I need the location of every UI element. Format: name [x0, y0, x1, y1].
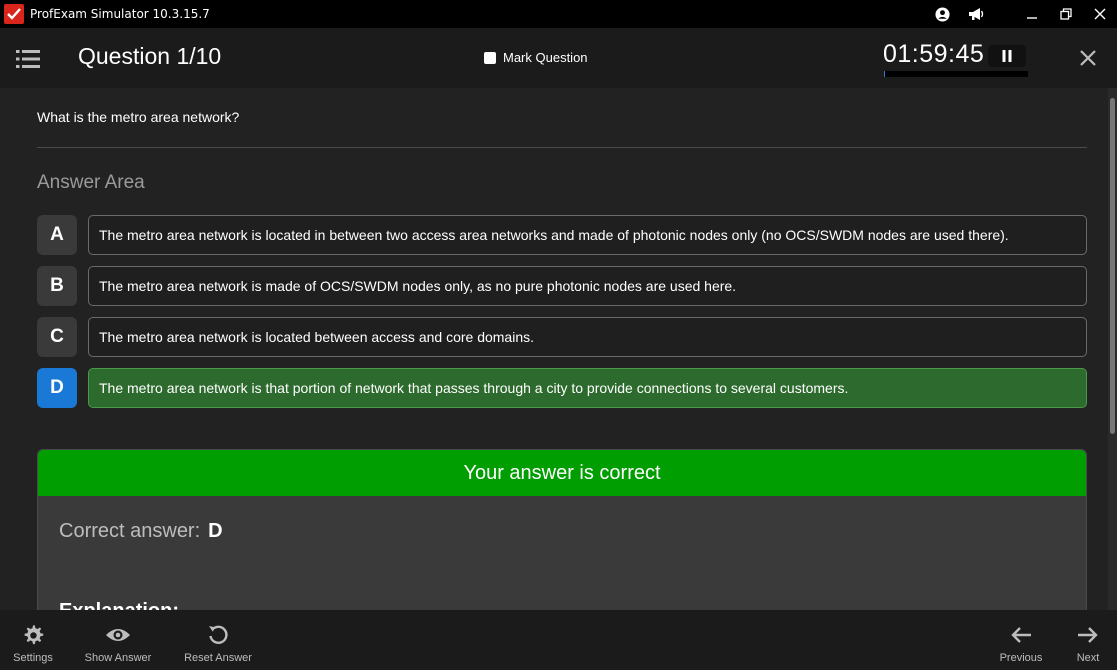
pause-button[interactable] — [988, 45, 1026, 67]
option-text[interactable]: The metro area network is located in bet… — [88, 215, 1087, 255]
close-icon — [1080, 50, 1096, 66]
question-list-icon[interactable] — [16, 49, 40, 69]
gear-icon — [20, 622, 46, 648]
previous-label: Previous — [999, 652, 1043, 664]
option-a[interactable]: A The metro area network is located in b… — [37, 215, 1087, 255]
restore-button[interactable] — [1049, 0, 1083, 28]
question-title: Question 1/10 — [78, 43, 222, 69]
option-letter[interactable]: B — [37, 266, 77, 306]
mark-question-checkbox[interactable]: Mark Question — [484, 50, 588, 65]
reset-answer-label: Reset Answer — [184, 652, 252, 664]
show-answer-button[interactable]: Show Answer — [80, 610, 156, 670]
scrollbar-thumb[interactable] — [1110, 98, 1115, 434]
next-label: Next — [1076, 652, 1100, 664]
option-c[interactable]: C The metro area network is located betw… — [37, 317, 1087, 357]
option-letter[interactable]: C — [37, 317, 77, 357]
answer-area-label: Answer Area — [37, 172, 145, 193]
option-text[interactable]: The metro area network is located betwee… — [88, 317, 1087, 357]
timer-display: 01:59:45 — [883, 40, 985, 68]
content-scrollbar[interactable] — [1108, 88, 1117, 610]
option-text[interactable]: The metro area network is that portion o… — [88, 368, 1087, 408]
footer-toolbar: Settings Show Answer Reset Answer Previo… — [0, 610, 1117, 670]
correct-answer-value: D — [208, 520, 223, 542]
settings-button[interactable]: Settings — [8, 610, 58, 670]
correct-answer-line: Correct answer: D — [59, 520, 223, 543]
title-bar: ProfExam Simulator 10.3.15.7 — [0, 0, 1117, 28]
question-content: What is the metro area network? Answer A… — [0, 88, 1108, 610]
checkbox-icon[interactable] — [484, 51, 496, 64]
eye-icon — [105, 622, 131, 648]
minimize-button[interactable] — [1015, 0, 1049, 28]
app-window: ProfExam Simulator 10.3.15.7 Question 1/… — [0, 0, 1117, 670]
mark-question-label: Mark Question — [503, 50, 588, 65]
reset-answer-button[interactable]: Reset Answer — [180, 610, 256, 670]
next-button[interactable]: Next — [1066, 610, 1110, 670]
megaphone-icon[interactable] — [967, 5, 985, 23]
explanation-heading: Explanation: — [59, 600, 179, 610]
arrow-left-icon — [1008, 622, 1034, 648]
pause-icon — [1002, 50, 1012, 62]
exam-header: Question 1/10 Mark Question 01:59:45 — [0, 28, 1117, 88]
divider — [37, 147, 1087, 148]
arrow-right-icon — [1075, 622, 1101, 648]
timer-progress-fill — [884, 71, 886, 77]
option-letter[interactable]: D — [37, 368, 77, 408]
timer-progress-bar — [884, 71, 1028, 77]
account-icon[interactable] — [933, 5, 951, 23]
settings-label: Settings — [13, 652, 53, 664]
correct-answer-label: Correct answer: — [59, 520, 201, 542]
title-bar-controls — [933, 0, 1117, 28]
app-logo-icon — [4, 4, 24, 24]
previous-button[interactable]: Previous — [996, 610, 1046, 670]
option-b[interactable]: B The metro area network is made of OCS/… — [37, 266, 1087, 306]
reset-icon — [205, 622, 231, 648]
window-close-button[interactable] — [1083, 0, 1117, 28]
result-panel: Your answer is correct Correct answer: D … — [37, 449, 1087, 610]
show-answer-label: Show Answer — [84, 652, 152, 664]
result-banner: Your answer is correct — [38, 450, 1086, 496]
option-d[interactable]: D The metro area network is that portion… — [37, 368, 1087, 408]
option-letter[interactable]: A — [37, 215, 77, 255]
close-exam-button[interactable] — [1078, 48, 1098, 68]
question-text: What is the metro area network? — [37, 109, 240, 125]
option-text[interactable]: The metro area network is made of OCS/SW… — [88, 266, 1087, 306]
app-title: ProfExam Simulator 10.3.15.7 — [30, 7, 210, 21]
